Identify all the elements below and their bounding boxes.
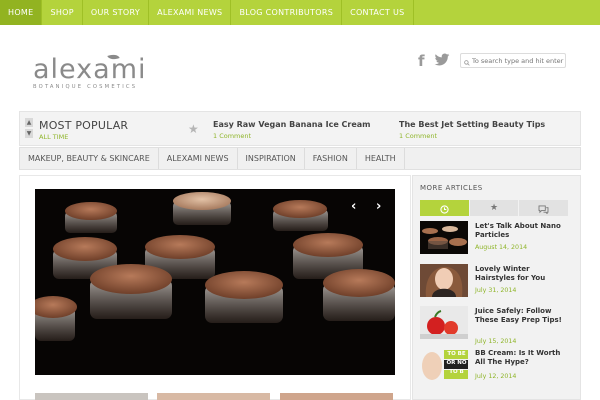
star-icon: ★ [489, 203, 499, 213]
sidebar-article[interactable]: Lovely Winter Hairstyles for You July 31… [420, 264, 570, 300]
nav-item-home[interactable]: HOME [0, 0, 43, 25]
tab-comments[interactable] [519, 199, 570, 218]
logo-tagline: BOTANIQUE COSMETICS [33, 84, 138, 90]
article-thumbnail[interactable]: TO BE OR NO TO B [420, 348, 468, 381]
overlay-line: OR NO [446, 360, 467, 366]
article-thumbnail[interactable] [420, 264, 468, 297]
popular-arrows: ▲ ▼ [25, 118, 33, 140]
popular-post-comments[interactable]: 1 Comment [213, 132, 371, 140]
tab-popular[interactable]: ★ [469, 200, 520, 216]
chevron-up-icon[interactable]: ▲ [25, 118, 33, 127]
slider-prev-button[interactable]: ‹ [351, 199, 356, 214]
article-title[interactable]: BB Cream: Is It Worth All The Hype? [475, 349, 570, 367]
article-date: August 14, 2014 [475, 244, 528, 251]
article-date: July 15, 2014 [475, 338, 517, 345]
tab-recent[interactable] [420, 200, 470, 216]
sidebar-article[interactable]: Let's Talk About Nano Particles August 1… [420, 221, 570, 257]
overlay-line: TO B [449, 369, 464, 375]
more-articles-title: MORE ARTICLES [420, 184, 483, 192]
sidebar-article[interactable]: Juice Safely: Follow These Easy Prep Tip… [420, 306, 570, 345]
category-navigation: MAKEUP, BEAUTY & SKINCARE ALEXAMI NEWS I… [19, 147, 581, 170]
slider-next-button[interactable]: › [376, 199, 381, 214]
nav-item-our-story[interactable]: OUR STORY [83, 0, 150, 25]
star-icon: ★ [188, 122, 199, 136]
facebook-icon[interactable]: f [418, 52, 425, 70]
article-title[interactable]: Juice Safely: Follow These Easy Prep Tip… [475, 307, 570, 325]
twitter-icon[interactable] [434, 52, 450, 71]
most-popular-bar: ▲ ▼ MOST POPULAR ALL TIME ★ Easy Raw Veg… [19, 111, 581, 146]
overlay-line: TO BE [447, 351, 466, 357]
category-alexami-news[interactable]: ALEXAMI NEWS [159, 148, 238, 169]
clock-icon [440, 199, 449, 218]
category-makeup-beauty-skincare[interactable]: MAKEUP, BEAUTY & SKINCARE [20, 148, 159, 169]
popular-post-1[interactable]: Easy Raw Vegan Banana Ice Cream 1 Commen… [213, 120, 371, 140]
category-fashion[interactable]: FASHION [305, 148, 357, 169]
search-icon [464, 51, 470, 70]
featured-slide-image[interactable] [35, 189, 395, 375]
site-logo[interactable]: alexami BOTANIQUE COSMETICS [33, 52, 148, 92]
article-title[interactable]: Lovely Winter Hairstyles for You [475, 265, 570, 283]
nav-item-alexami-news[interactable]: ALEXAMI NEWS [149, 0, 232, 25]
article-thumbnail[interactable] [420, 306, 468, 339]
sidebar-tabs: ★ [420, 199, 570, 218]
sidebar-article[interactable]: TO BE OR NO TO B BB Cream: Is It Worth A… [420, 348, 570, 384]
popular-post-title[interactable]: Easy Raw Vegan Banana Ice Cream [213, 120, 371, 129]
popular-title: MOST POPULAR [39, 119, 129, 132]
search-box [460, 53, 566, 68]
article-title[interactable]: Let's Talk About Nano Particles [475, 222, 570, 240]
popular-post-title[interactable]: The Best Jet Setting Beauty Tips [399, 120, 545, 129]
popular-post-2[interactable]: The Best Jet Setting Beauty Tips 1 Comme… [399, 120, 545, 140]
thumbnail-overlay-text: TO BE OR NO TO B [445, 350, 468, 377]
post-thumbnail[interactable] [157, 393, 270, 400]
top-navigation: HOME SHOP OUR STORY ALEXAMI NEWS BLOG CO… [0, 0, 600, 25]
article-date: July 12, 2014 [475, 373, 517, 380]
nav-item-blog-contributors[interactable]: BLOG CONTRIBUTORS [231, 0, 343, 25]
category-health[interactable]: HEALTH [357, 148, 405, 169]
popular-post-comments[interactable]: 1 Comment [399, 132, 545, 140]
search-input[interactable] [472, 56, 565, 65]
nav-item-contact-us[interactable]: CONTACT US [342, 0, 414, 25]
popular-subtitle[interactable]: ALL TIME [39, 133, 68, 141]
category-inspiration[interactable]: INSPIRATION [238, 148, 305, 169]
article-date: July 31, 2014 [475, 287, 517, 294]
comments-icon [538, 199, 549, 218]
nav-item-shop[interactable]: SHOP [42, 0, 83, 25]
post-thumbnail[interactable] [280, 393, 393, 400]
article-thumbnail[interactable] [420, 221, 468, 254]
featured-slider[interactable] [35, 189, 395, 375]
logo-wordmark: alexami [33, 54, 147, 85]
post-thumbnail[interactable] [35, 393, 148, 400]
chevron-down-icon[interactable]: ▼ [25, 129, 33, 138]
